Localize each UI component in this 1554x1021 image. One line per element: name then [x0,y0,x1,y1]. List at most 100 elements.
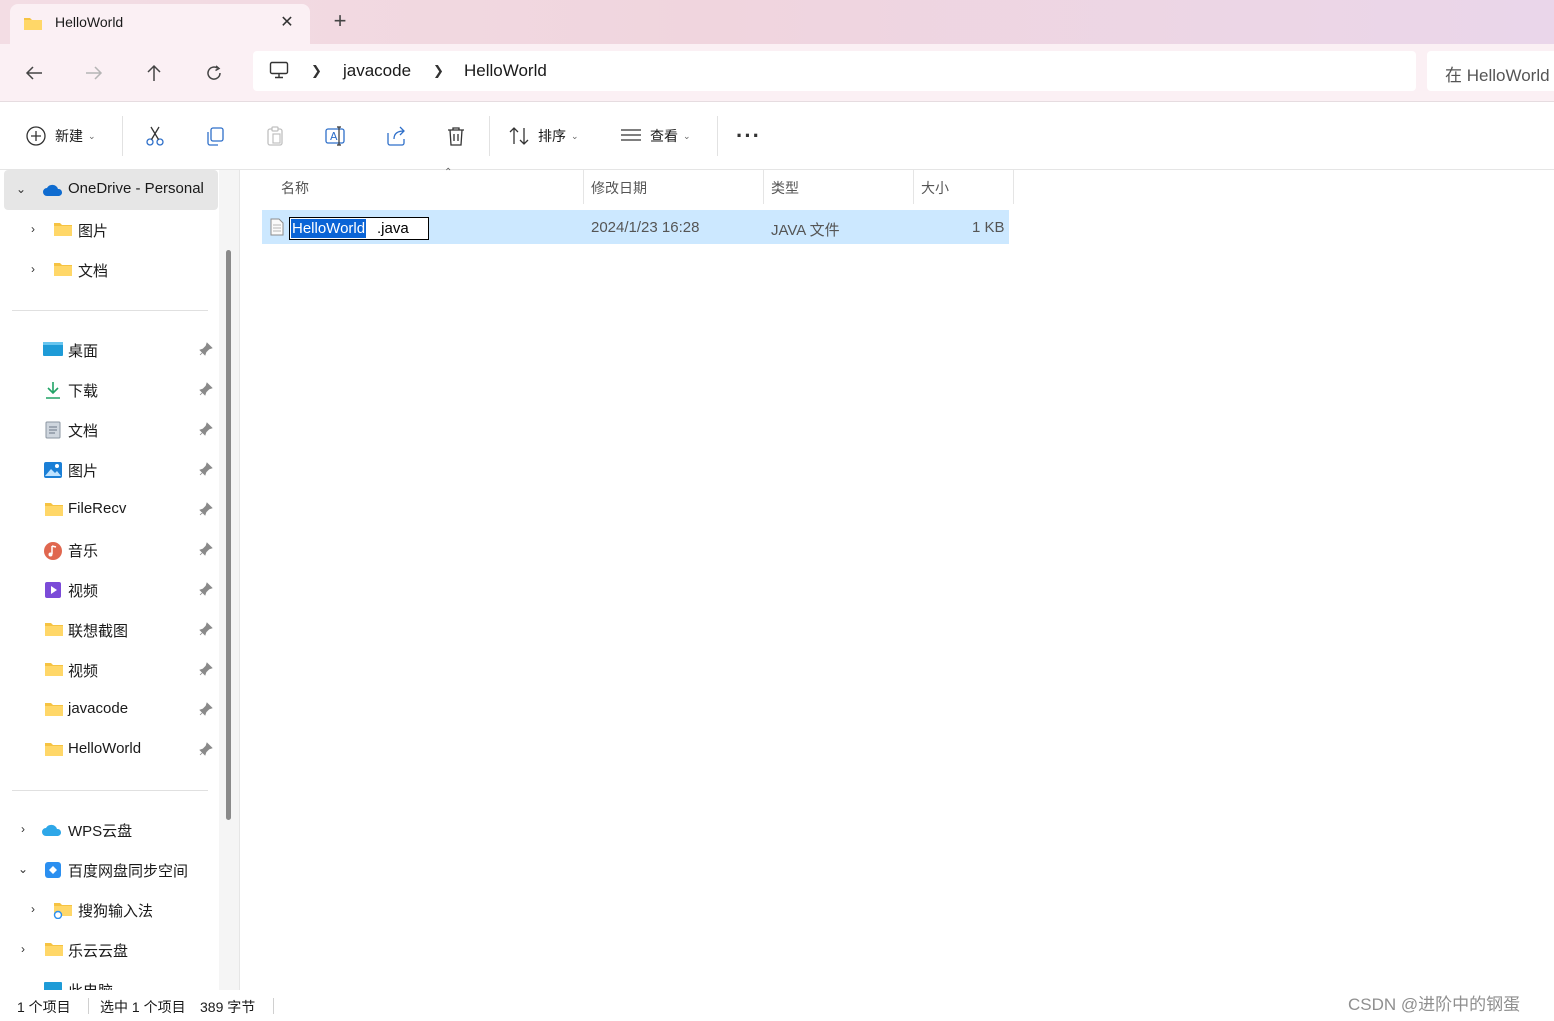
divider [12,790,208,791]
chevron-right-icon[interactable]: ❯ [433,63,444,79]
sort-icon [509,127,529,145]
sidebar-item-sogou-input[interactable]: › 搜狗输入法 [0,890,220,930]
status-bar: 1 个项目 选中 1 个项目 389 字节 CSDN @进阶中的钢蛋 [0,990,1554,1021]
pin-icon[interactable] [199,622,213,639]
chevron-down-icon: ⌄ [88,130,96,141]
pin-icon[interactable] [199,422,213,439]
chevron-right-icon[interactable]: ❯ [311,63,322,79]
sidebar-item-onedrive[interactable]: ⌄ OneDrive - Personal [4,170,218,210]
desktop-icon [43,341,63,360]
sidebar-item-music[interactable]: 音乐 [0,530,220,570]
paste-button[interactable] [264,122,286,150]
selected-count: 选中 1 个项目 [100,999,186,1015]
sidebar-item-label: FileRecv [68,500,127,517]
search-input[interactable]: 在 HelloWorld 中搜索 [1427,51,1554,91]
sidebar-item-filerecv[interactable]: FileRecv [0,490,220,530]
sidebar-item-onedrive-documents[interactable]: › 文档 [0,250,220,290]
chevron-right-icon[interactable]: › [16,942,30,956]
chevron-right-icon[interactable]: › [26,902,40,916]
column-header-modified[interactable]: 修改日期 [584,170,762,204]
chevron-right-icon[interactable]: › [26,222,40,236]
sidebar-item-label: 图片 [78,223,109,240]
sidebar-item-desktop[interactable]: 桌面 [0,330,220,370]
pin-icon[interactable] [199,462,213,479]
sidebar-item-videos[interactable]: 视频 [0,570,220,610]
share-button[interactable] [385,122,407,150]
sidebar-item-leyun[interactable]: › 乐云云盘 [0,930,220,970]
sidebar-item-videos-folder[interactable]: 视频 [0,650,220,690]
rename-icon: A [325,126,345,146]
sidebar-item-label: 音乐 [68,543,99,560]
view-button[interactable]: 查看 ⌄ [620,122,691,150]
new-button[interactable]: 新建 ⌄ [25,122,96,150]
sidebar-item-this-pc[interactable]: ⌄ 此电脑 [0,970,220,990]
cut-button[interactable] [144,122,166,150]
table-row[interactable]: HelloWorld .java 2024/1/23 16:28 JAVA 文件… [262,210,1009,244]
sidebar-item-label: OneDrive - Personal [68,180,204,197]
file-type: JAVA 文件 [771,222,840,239]
sidebar-item-label: 联想截图 [68,623,129,640]
new-tab-button[interactable]: + [327,9,353,35]
pin-icon[interactable] [199,382,213,399]
chevron-right-icon[interactable]: › [26,262,40,276]
sidebar-item-helloworld[interactable]: HelloWorld [0,730,220,770]
sidebar-item-baidu-sync[interactable]: ⌄ 百度网盘同步空间 [0,850,220,890]
sidebar-item-label: 百度网盘同步空间 [68,863,189,880]
file-modified: 2024/1/23 16:28 [591,219,700,236]
computer-icon [43,981,63,990]
copy-button[interactable] [204,122,226,150]
forward-button[interactable] [78,57,110,89]
cloud-icon [42,183,64,200]
sidebar-item-javacode[interactable]: javacode [0,690,220,730]
divider [717,116,718,156]
folder-icon [44,941,64,960]
pin-icon[interactable] [199,742,213,759]
sidebar-item-label: 下载 [68,383,99,400]
sidebar-item-lenovo-screenshots[interactable]: 联想截图 [0,610,220,650]
chevron-down-icon[interactable]: ⌄ [16,862,30,876]
chevron-down-icon: ⌄ [571,130,579,141]
rename-button[interactable]: A [324,122,348,150]
close-tab-icon[interactable]: ✕ [275,11,299,35]
pin-icon[interactable] [199,662,213,679]
chevron-right-icon[interactable]: › [16,822,30,836]
computer-icon[interactable] [269,61,289,82]
column-label: 大小 [921,180,949,196]
pin-icon[interactable] [199,342,213,359]
chevron-down-icon[interactable]: ⌄ [14,182,28,196]
chevron-down-icon: ⌄ [683,130,691,141]
column-header-name[interactable]: ⌃ 名称 [262,167,582,204]
svg-text:A: A [330,130,338,143]
sidebar-item-wps-cloud[interactable]: › WPS云盘 [0,810,220,850]
sort-ascending-icon: ⌃ [444,167,453,178]
sidebar-item-pictures[interactable]: 图片 [0,450,220,490]
up-button[interactable] [138,57,170,89]
pin-icon[interactable] [199,582,213,599]
column-header-type[interactable]: 类型 [764,170,912,204]
rename-input[interactable]: HelloWorld .java [289,217,429,240]
pin-icon[interactable] [199,502,213,519]
back-button[interactable] [18,57,50,89]
sidebar-item-documents[interactable]: 文档 [0,410,220,450]
pin-icon[interactable] [199,542,213,559]
sidebar-item-label: 乐云云盘 [68,943,129,960]
more-options-button[interactable]: ··· [736,122,761,150]
breadcrumb-javacode[interactable]: javacode [343,61,411,81]
chevron-down-icon[interactable]: ⌄ [16,982,30,990]
refresh-button[interactable] [198,57,230,89]
sidebar-item-onedrive-pictures[interactable]: › 图片 [0,210,220,250]
delete-button[interactable] [445,122,467,150]
sidebar-item-downloads[interactable]: 下载 [0,370,220,410]
sort-button[interactable]: 排序 ⌄ [508,122,579,150]
sidebar-scrollbar[interactable] [226,250,231,820]
breadcrumb-helloworld[interactable]: HelloWorld [464,61,547,81]
column-divider[interactable] [1013,170,1014,204]
sidebar-item-label: 文档 [78,263,109,280]
column-header-size[interactable]: 大小 [914,170,1012,204]
address-bar[interactable]: ❯ javacode ❯ HelloWorld [253,51,1416,91]
tab-helloworld[interactable]: HelloWorld ✕ [10,4,310,44]
command-bar: 新建 ⌄ A 排序 ⌄ 查看 ⌄ ··· [0,102,1554,170]
pin-icon[interactable] [199,702,213,719]
ellipsis-icon: ··· [736,123,761,148]
download-icon [45,381,61,402]
